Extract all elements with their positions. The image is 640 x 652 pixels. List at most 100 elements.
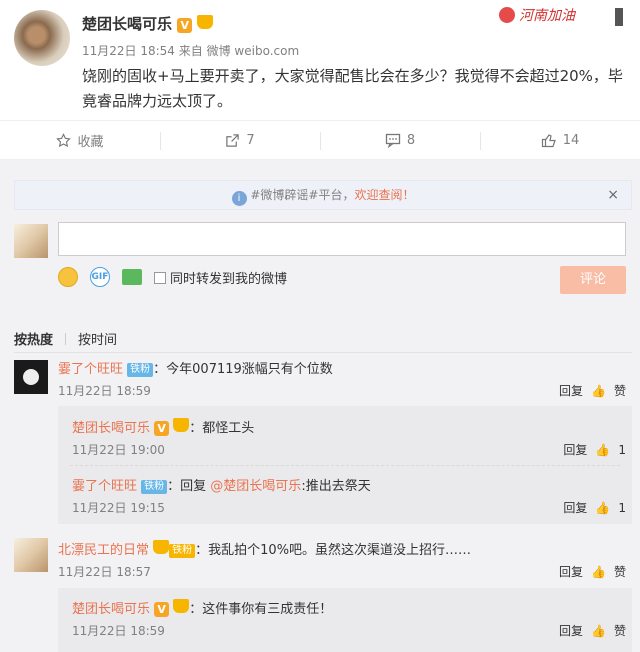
- current-user-avatar: [14, 224, 48, 258]
- post-content: 饶刚的固收+马上要开卖了，大家觉得配售比会在多少？我觉得不会超过20%，毕 竟睿…: [82, 64, 632, 114]
- avatar-face: [23, 369, 39, 385]
- post-content-line-1: 饶刚的固收+马上要开卖了，大家觉得配售比会在多少？我觉得不会超过20%，毕: [82, 67, 623, 85]
- from-prefix: 来自: [178, 44, 203, 58]
- favorite-button[interactable]: 收藏: [0, 121, 160, 159]
- notice-text[interactable]: #微博辟谣#平台，: [250, 188, 354, 202]
- vip-crown-icon: [173, 599, 190, 613]
- comment-author[interactable]: 北漂民工的日常: [58, 543, 149, 558]
- thumb-up-icon: [541, 133, 556, 147]
- reply-author[interactable]: 霎了个旺旺: [72, 479, 137, 494]
- sort-by-time[interactable]: 按时间: [78, 329, 117, 348]
- star-icon: [56, 132, 72, 147]
- repost-button[interactable]: 7: [160, 121, 320, 159]
- reply-prefix: ：回复: [167, 479, 211, 494]
- repost-count: 7: [246, 132, 255, 148]
- reply-button[interactable]: 回复: [559, 382, 583, 399]
- reply-like-count: 1: [618, 500, 626, 515]
- thumb-up-icon[interactable]: 👍: [591, 384, 606, 398]
- like-count: 14: [562, 132, 580, 148]
- comment-body: 霎了个旺旺 铁粉 ：今年007119涨幅只有个位数: [58, 358, 333, 377]
- post-meta: 11月22日 18:54 来自 微博 weibo.com: [82, 42, 299, 59]
- fan-badge: 铁粉: [127, 363, 154, 377]
- reply-body: 楚团长喝可乐 V ：都怪工头: [72, 417, 254, 436]
- verified-badge-icon: V: [154, 421, 170, 436]
- sort-divider: [14, 352, 632, 353]
- comment-author[interactable]: 霎了个旺旺: [58, 362, 123, 377]
- reply-text: ：这件事你有三成责任！: [189, 602, 333, 617]
- reply-divider: [70, 465, 620, 466]
- comment-text: ：我乱拍个10%吧。虽然这次渠道没上招行……: [195, 543, 472, 558]
- reply-author[interactable]: 楚团长喝可乐: [72, 421, 150, 436]
- like-label[interactable]: 赞: [614, 382, 626, 399]
- rumor-notice: i #微博辟谣#平台，欢迎查阅！ ×: [14, 180, 632, 210]
- like-button[interactable]: 14: [480, 121, 640, 159]
- close-icon[interactable]: ×: [607, 181, 619, 209]
- reply-body: 霎了个旺旺 铁粉 ：回复 @楚团长喝可乐:推出去祭天: [72, 475, 371, 494]
- banner-graphic: 河南加油: [499, 7, 623, 26]
- reply-button[interactable]: 回复: [563, 499, 587, 516]
- author-avatar[interactable]: [14, 10, 70, 66]
- reply-actions: 回复 👍 1: [563, 499, 626, 516]
- fan-badge: 铁粉: [141, 480, 168, 494]
- comment-button[interactable]: 8: [320, 121, 480, 159]
- gif-icon[interactable]: GIF: [90, 267, 110, 287]
- favorite-label: 收藏: [77, 134, 104, 150]
- sync-repost-label: 同时转发到我的微博: [170, 271, 288, 287]
- reply-button[interactable]: 回复: [563, 441, 587, 458]
- sort-by-hot[interactable]: 按热度: [14, 329, 53, 348]
- reply-time: 11月22日 19:00: [72, 443, 165, 457]
- reply-body: 楚团长喝可乐 V ：这件事你有三成责任！: [72, 598, 332, 617]
- author-name[interactable]: 楚团长喝可乐: [82, 15, 172, 33]
- vip-crown-icon: [153, 540, 170, 554]
- reply-actions: 回复 👍 赞: [559, 622, 626, 639]
- reply-actions: 回复 👍 1: [563, 441, 626, 458]
- composer-tools: GIF 同时转发到我的微博: [58, 264, 287, 290]
- mention-link[interactable]: @楚团长喝可乐: [210, 479, 301, 494]
- reply-text: ：都怪工头: [189, 421, 255, 436]
- repost-icon: [226, 133, 240, 147]
- reply-time: 11月22日 19:15: [72, 501, 165, 515]
- comment-time: 11月22日 18:57: [58, 565, 151, 579]
- image-icon[interactable]: [122, 269, 142, 285]
- commenter-avatar[interactable]: [14, 360, 48, 394]
- verified-badge-icon: V: [177, 18, 193, 33]
- notice-link[interactable]: 欢迎查阅！: [354, 188, 414, 202]
- action-bar: 收藏 7 8 14: [0, 120, 640, 160]
- sort-separator: [65, 332, 67, 345]
- post-date[interactable]: 11月22日 18:54: [82, 44, 175, 58]
- post-source: 微博 weibo.com: [206, 44, 300, 58]
- post-content-line-2: 竟睿品牌力远太顶了。: [82, 92, 233, 110]
- thumb-up-icon[interactable]: 👍: [591, 624, 606, 638]
- vip-crown-icon: [173, 418, 190, 432]
- submit-comment-button[interactable]: 评论: [560, 266, 626, 294]
- comment-text: ：今年007119涨幅只有个位数: [153, 362, 333, 377]
- thumb-up-icon[interactable]: 👍: [595, 443, 610, 457]
- banner-text: 河南加油: [519, 8, 577, 24]
- comment-body: 北漂民工的日常 铁粉 ：我乱拍个10%吧。虽然这次渠道没上招行……: [58, 539, 471, 558]
- reply-button[interactable]: 回复: [559, 563, 583, 580]
- thumb-up-icon[interactable]: 👍: [591, 565, 606, 579]
- comment-actions: 回复 👍 赞: [559, 382, 626, 399]
- reply-text: :推出去祭天: [301, 479, 371, 494]
- reply-like-count: 1: [618, 442, 626, 457]
- vip-crown-icon: [197, 15, 214, 29]
- verified-badge-icon: V: [154, 602, 170, 617]
- like-label[interactable]: 赞: [614, 563, 626, 580]
- reply-button[interactable]: 回复: [559, 622, 583, 639]
- thumb-up-icon[interactable]: 👍: [595, 501, 610, 515]
- comment-actions: 回复 👍 赞: [559, 563, 626, 580]
- emoji-icon[interactable]: [58, 267, 78, 287]
- sort-tabs: 按热度 按时间: [14, 329, 117, 348]
- comment-input[interactable]: [58, 222, 626, 256]
- comment-count: 8: [406, 132, 416, 148]
- like-label[interactable]: 赞: [614, 622, 626, 639]
- reply-time: 11月22日 18:59: [72, 624, 165, 638]
- sync-repost-checkbox[interactable]: [154, 271, 166, 284]
- fan-badge: 铁粉: [169, 544, 196, 558]
- sync-repost-option[interactable]: 同时转发到我的微博: [154, 268, 287, 287]
- commenter-avatar[interactable]: [14, 538, 48, 572]
- reply-author[interactable]: 楚团长喝可乐: [72, 602, 150, 617]
- comment-icon: [385, 133, 401, 148]
- info-icon: i: [231, 191, 247, 206]
- comment-time: 11月22日 18:59: [58, 384, 151, 398]
